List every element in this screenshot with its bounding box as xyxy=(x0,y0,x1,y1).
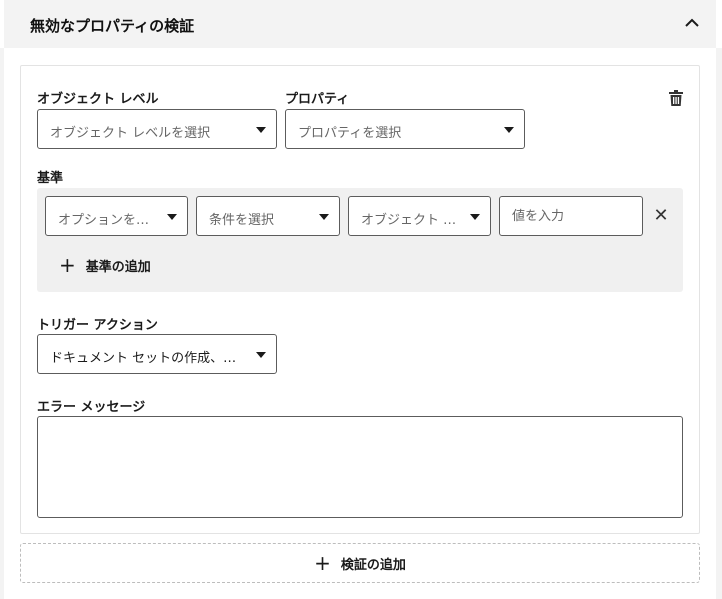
add-criteria-button[interactable]: + 基準の追加 xyxy=(59,252,151,278)
add-criteria-label: 基準の追加 xyxy=(85,259,151,275)
trigger-action-value: ドキュメント セットの作成、ドキュメ… xyxy=(50,351,246,366)
property-select[interactable]: プロパティを選択 xyxy=(285,109,525,149)
section-title: 無効なプロパティの検証 xyxy=(30,17,195,35)
property-select-value: プロパティを選択 xyxy=(298,126,402,141)
criteria-condition-value: 条件を選択 xyxy=(209,213,275,228)
criteria-panel: オプションを選択 条件を選択 オブジェクト レ… ✕ + 基準の追加 xyxy=(37,188,683,292)
caret-down-icon xyxy=(504,127,514,133)
criteria-option-value: オプションを選択 xyxy=(58,213,157,228)
error-message-field[interactable] xyxy=(38,417,682,517)
section-header[interactable]: 無効なプロパティの検証 xyxy=(4,0,716,48)
object-level-select[interactable]: オブジェクト レベルを選択 xyxy=(37,109,277,149)
criteria-value-input-box xyxy=(499,196,643,236)
plus-icon: + xyxy=(59,253,76,277)
trigger-action-label: トリガー アクション xyxy=(37,318,158,333)
plus-icon: + xyxy=(314,551,331,575)
close-icon[interactable]: ✕ xyxy=(649,204,673,228)
trigger-action-select[interactable]: ドキュメント セットの作成、ドキュメ… xyxy=(37,334,277,374)
criteria-object-level-value: オブジェクト レ… xyxy=(361,213,460,228)
error-message-box xyxy=(37,416,683,518)
object-level-select-value: オブジェクト レベルを選択 xyxy=(50,126,211,141)
caret-down-icon xyxy=(167,214,177,220)
caret-down-icon xyxy=(256,352,266,358)
add-validation-button[interactable]: + 検証の追加 xyxy=(20,543,700,583)
chevron-up-icon[interactable] xyxy=(682,13,702,33)
criteria-condition-select[interactable]: 条件を選択 xyxy=(196,196,340,236)
criteria-object-level-select[interactable]: オブジェクト レ… xyxy=(348,196,491,236)
criteria-value-input[interactable] xyxy=(500,197,642,235)
section-left-border xyxy=(0,48,4,599)
object-level-label: オブジェクト レベル xyxy=(37,92,159,107)
caret-down-icon xyxy=(470,214,480,220)
property-label: プロパティ xyxy=(285,92,350,107)
trash-icon[interactable] xyxy=(669,90,687,110)
caret-down-icon xyxy=(319,214,329,220)
add-validation-label: 検証の追加 xyxy=(340,557,406,573)
validation-rule-card: オブジェクト レベル オブジェクト レベルを選択 プロパティ プロパティを選択 … xyxy=(20,65,700,534)
criteria-option-select[interactable]: オプションを選択 xyxy=(45,196,188,236)
section-right-border xyxy=(716,48,722,599)
criteria-label: 基準 xyxy=(37,171,64,186)
error-message-label: エラー メッセージ xyxy=(37,400,146,415)
caret-down-icon xyxy=(256,127,266,133)
